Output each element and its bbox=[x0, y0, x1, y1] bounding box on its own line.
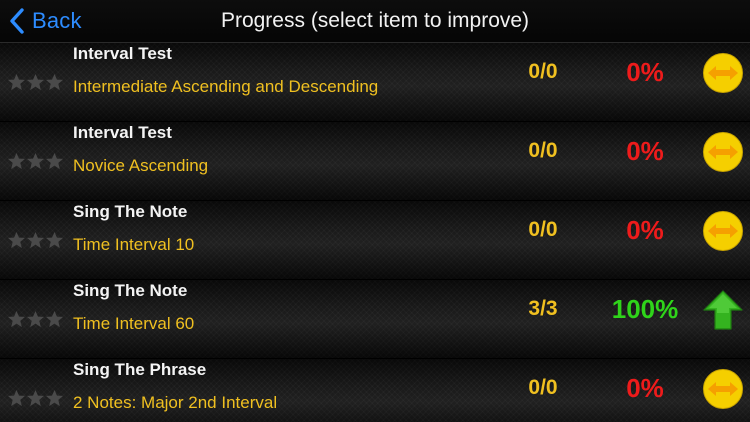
star-icon bbox=[45, 152, 64, 169]
row-score: 0/0 bbox=[528, 376, 558, 399]
chevron-left-icon bbox=[10, 8, 24, 34]
star-icon bbox=[7, 389, 26, 406]
progress-screen: Back Progress (select item to improve) I… bbox=[0, 0, 750, 422]
row-subtitle: Time Interval 60 bbox=[73, 314, 195, 333]
neutral-arrows-icon bbox=[703, 132, 743, 172]
row-title: Sing The Phrase bbox=[73, 360, 207, 379]
neutral-arrows-icon bbox=[703, 369, 743, 409]
row-percent: 0% bbox=[626, 136, 664, 166]
page-title: Progress (select item to improve) bbox=[220, 9, 530, 32]
star-icon bbox=[26, 389, 45, 406]
progress-row[interactable]: Interval Test Novice Ascending 0/0 0% bbox=[0, 122, 750, 201]
star-icon bbox=[7, 310, 26, 327]
star-icon bbox=[45, 389, 64, 406]
up-arrow-icon bbox=[703, 290, 743, 330]
progress-row[interactable]: Sing The Phrase 2 Notes: Major 2nd Inter… bbox=[0, 359, 750, 422]
row-subtitle: Time Interval 10 bbox=[73, 235, 195, 254]
row-score: 0/0 bbox=[528, 60, 558, 83]
back-label: Back bbox=[32, 8, 82, 33]
star-rating bbox=[7, 280, 64, 358]
star-rating bbox=[7, 359, 64, 422]
star-icon bbox=[26, 231, 45, 248]
progress-row[interactable]: Sing The Note Time Interval 10 0/0 0% bbox=[0, 201, 750, 280]
star-icon bbox=[26, 73, 45, 90]
row-title: Interval Test bbox=[73, 44, 172, 63]
neutral-arrows-icon bbox=[703, 53, 743, 93]
row-subtitle: 2 Notes: Major 2nd Interval bbox=[73, 393, 278, 412]
star-icon bbox=[7, 231, 26, 248]
star-rating bbox=[7, 201, 64, 279]
star-rating bbox=[7, 43, 64, 121]
row-score: 0/0 bbox=[528, 218, 558, 241]
row-score: 3/3 bbox=[528, 297, 558, 320]
row-percent: 0% bbox=[626, 57, 664, 87]
navigation-bar: Back Progress (select item to improve) bbox=[0, 0, 750, 43]
row-title: Sing The Note bbox=[73, 281, 188, 300]
star-rating bbox=[7, 122, 64, 200]
row-subtitle: Novice Ascending bbox=[73, 156, 209, 175]
progress-row[interactable]: Sing The Note Time Interval 60 3/3 100% bbox=[0, 280, 750, 359]
row-subtitle: Intermediate Ascending and Descending bbox=[73, 77, 379, 96]
row-percent: 0% bbox=[626, 373, 664, 403]
progress-row[interactable]: Interval Test Intermediate Ascending and… bbox=[0, 43, 750, 122]
star-icon bbox=[26, 152, 45, 169]
star-icon bbox=[45, 73, 64, 90]
row-percent: 0% bbox=[626, 215, 664, 245]
star-icon bbox=[45, 231, 64, 248]
row-score: 0/0 bbox=[528, 139, 558, 162]
star-icon bbox=[26, 310, 45, 327]
star-icon bbox=[45, 310, 64, 327]
back-button[interactable]: Back bbox=[8, 5, 82, 37]
row-title: Sing The Note bbox=[73, 202, 188, 221]
neutral-arrows-icon bbox=[703, 211, 743, 251]
row-percent: 100% bbox=[611, 294, 679, 324]
progress-list: Interval Test Intermediate Ascending and… bbox=[0, 43, 750, 422]
row-title: Interval Test bbox=[73, 123, 172, 142]
star-icon bbox=[7, 73, 26, 90]
star-icon bbox=[7, 152, 26, 169]
